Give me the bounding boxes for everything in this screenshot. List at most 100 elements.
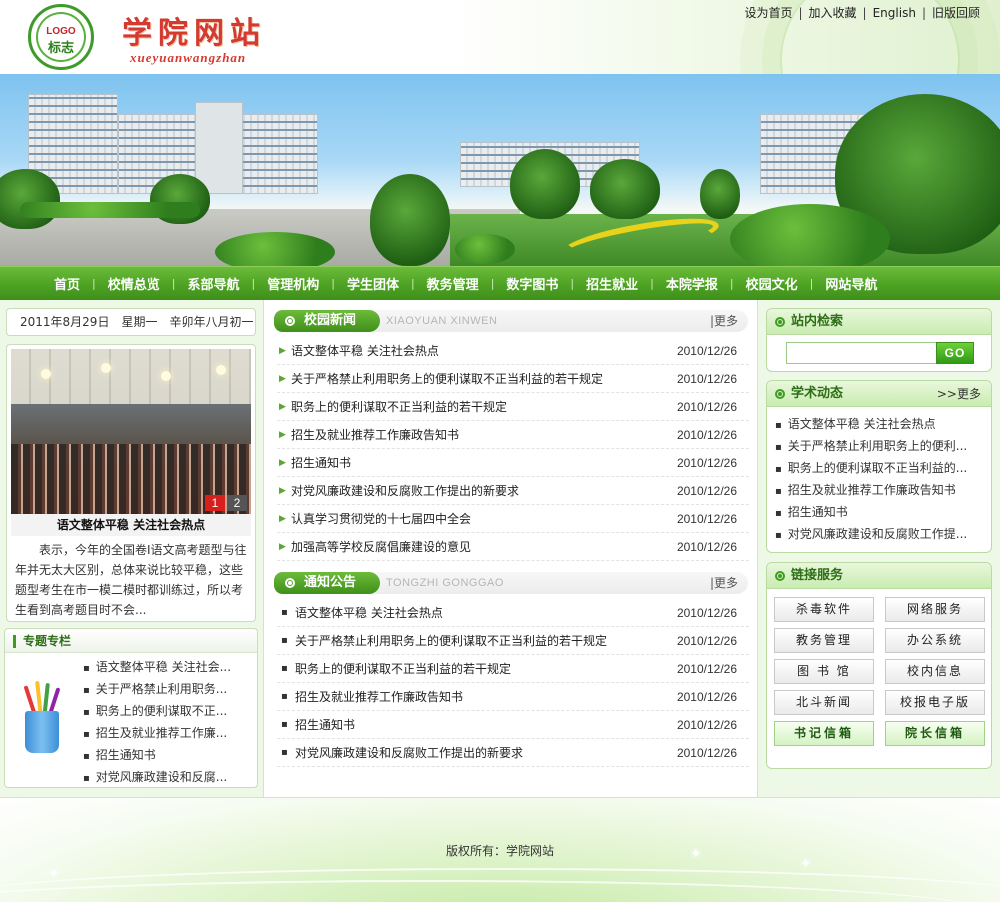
e-newspaper-link-button[interactable]: 校报电子版 <box>885 690 985 715</box>
notice-list: ▪ 语文整体平稳 关注社会热点 2010/12/26 ▪ 关于严格禁止利用职务上的便利… <box>277 599 749 767</box>
banner-hedge <box>730 204 890 266</box>
notice-title: 通知公告 <box>304 575 357 590</box>
photo-pager: 1 2 <box>203 495 247 511</box>
nav-item-student-groups[interactable]: 学生团体 <box>335 274 411 293</box>
news-title[interactable]: 招生及就业推荐工作廉政告知书 <box>291 428 459 442</box>
add-favorite-link[interactable]: 加入收藏 <box>809 6 857 20</box>
logo-text-en: LOGO <box>46 26 76 37</box>
notice-row[interactable]: ▪ 招生及就业推荐工作廉政告知书 2010/12/26 <box>277 683 749 711</box>
news-row[interactable]: ▶ 对党风廉政建设和反腐败工作提出的新要求 2010/12/26 <box>277 477 749 505</box>
news-title[interactable]: 语文整体平稳 关注社会热点 <box>291 344 439 358</box>
nav-item-departments[interactable]: 系部导航 <box>175 274 251 293</box>
antivirus-link-button[interactable]: 杀毒软件 <box>774 597 874 622</box>
list-item[interactable]: 对党风廉政建设和反腐... <box>83 766 253 788</box>
set-homepage-link[interactable]: 设为首页 <box>744 6 792 20</box>
campus-news-tab[interactable]: 校园新闻 <box>274 310 380 332</box>
photo-light <box>161 371 171 381</box>
english-link[interactable]: English <box>873 6 916 20</box>
news-row[interactable]: ▶ 语文整体平稳 关注社会热点 2010/12/26 <box>277 337 749 365</box>
news-title[interactable]: 加强高等学校反腐倡廉建设的意见 <box>291 540 471 554</box>
special-column-box: 专题专栏 语文整体平稳 关注社会... 关于严格禁止利用职务... 职务上的便利… <box>4 628 258 788</box>
nav-item-administration[interactable]: 管理机构 <box>255 274 331 293</box>
search-go-button[interactable]: GO <box>936 342 974 364</box>
photo-news-image[interactable]: 1 2 <box>11 349 251 514</box>
list-item[interactable]: 语文整体平稳 关注社会... <box>83 656 253 678</box>
secretary-mailbox-button[interactable]: 书记信箱 <box>774 721 874 746</box>
nav-item-home[interactable]: 首页 <box>42 274 92 293</box>
list-item[interactable]: 语文整体平稳 关注社会热点 <box>775 413 985 435</box>
news-title[interactable]: 关于严格禁止利用职务上的便利谋取不正当利益的若干规定 <box>291 372 603 386</box>
campus-news-more-link[interactable]: |更多 <box>710 310 738 332</box>
news-row[interactable]: ▶ 加强高等学校反腐倡廉建设的意见 2010/12/26 <box>277 533 749 561</box>
campus-news-list: ▶ 语文整体平稳 关注社会热点 2010/12/26 ▶ 关于严格禁止利用职务上的便利… <box>277 337 749 561</box>
bullet-icon: ▪ <box>281 635 288 646</box>
list-item[interactable]: 招生通知书 <box>775 501 985 523</box>
photo-pager-2[interactable]: 2 <box>227 495 247 511</box>
nav-item-overview[interactable]: 校情总览 <box>96 274 172 293</box>
photo-news-title[interactable]: 语文整体平稳 关注社会热点 <box>11 514 251 536</box>
nav-item-academic-affairs[interactable]: 教务管理 <box>415 274 491 293</box>
sparkle-icon: ✦ <box>48 866 60 882</box>
network-service-link-button[interactable]: 网络服务 <box>885 597 985 622</box>
notice-item-title[interactable]: 招生及就业推荐工作廉政告知书 <box>295 690 463 704</box>
banner-hedge <box>455 234 515 264</box>
news-row[interactable]: ▶ 关于严格禁止利用职务上的便利谋取不正当利益的若干规定 2010/12/26 <box>277 365 749 393</box>
arrow-right-icon: ▶ <box>279 430 286 440</box>
news-title[interactable]: 招生通知书 <box>291 456 351 470</box>
news-title[interactable]: 认真学习贯彻党的十七届四中全会 <box>291 512 471 526</box>
list-item[interactable]: 招生及就业推荐工作廉... <box>83 722 253 744</box>
news-date: 2010/12/26 <box>676 512 737 526</box>
notice-item-title[interactable]: 对党风廉政建设和反腐败工作提出的新要求 <box>295 746 523 760</box>
nav-item-admissions[interactable]: 招生就业 <box>574 274 650 293</box>
top-link-sep: | <box>921 6 926 20</box>
news-row[interactable]: ▶ 认真学习贯彻党的十七届四中全会 2010/12/26 <box>277 505 749 533</box>
list-item[interactable]: 招生及就业推荐工作廉政告知书 <box>775 479 985 501</box>
notice-item-title[interactable]: 职务上的便利谋取不正当利益的若干规定 <box>295 662 511 676</box>
list-item[interactable]: 职务上的便利谋取不正当利益的... <box>775 457 985 479</box>
notice-date: 2010/12/26 <box>676 606 737 620</box>
notice-item-title[interactable]: 招生通知书 <box>295 718 355 732</box>
news-title[interactable]: 职务上的便利谋取不正当利益的若干规定 <box>291 400 507 414</box>
campus-info-link-button[interactable]: 校内信息 <box>885 659 985 684</box>
academic-affairs-link-button[interactable]: 教务管理 <box>774 628 874 653</box>
news-row[interactable]: ▶ 招生通知书 2010/12/26 <box>277 449 749 477</box>
top-links: 设为首页 | 加入收藏 | English | 旧版回顾 <box>744 4 980 21</box>
notice-row[interactable]: ▪ 对党风廉政建设和反腐败工作提出的新要求 2010/12/26 <box>277 739 749 767</box>
office-system-link-button[interactable]: 办公系统 <box>885 628 985 653</box>
nav-item-campus-culture[interactable]: 校园文化 <box>734 274 810 293</box>
notice-row[interactable]: ▪ 关于严格禁止利用职务上的便利谋取不正当利益的若干规定 2010/12/26 <box>277 627 749 655</box>
beidou-news-link-button[interactable]: 北斗新闻 <box>774 690 874 715</box>
notice-item-title[interactable]: 关于严格禁止利用职务上的便利谋取不正当利益的若干规定 <box>295 634 607 648</box>
news-title[interactable]: 对党风廉政建设和反腐败工作提出的新要求 <box>291 484 519 498</box>
academic-more-link[interactable]: >>更多 <box>937 381 981 407</box>
notice-row[interactable]: ▪ 语文整体平稳 关注社会热点 2010/12/26 <box>277 599 749 627</box>
photo-news-desc: 表示，今年的全国卷Ⅰ语文高考题型与往年并无太大区别，总体来说比较平稳，这些题型考… <box>15 543 247 617</box>
notice-date: 2010/12/26 <box>676 746 737 760</box>
search-input[interactable] <box>786 342 936 364</box>
right-column: 站内检索 GO 学术动态 >>更多 语文整体平稳 关注社会热点 关于严格禁止利用… <box>757 300 1000 797</box>
banner-tree <box>0 169 60 229</box>
nav-item-digital-library[interactable]: 数字图书 <box>494 274 570 293</box>
list-item[interactable]: 招生通知书 <box>83 744 253 766</box>
nav-item-journal[interactable]: 本院学报 <box>654 274 730 293</box>
library-link-button[interactable]: 图 书 馆 <box>774 659 874 684</box>
header-bar-icon <box>13 635 16 648</box>
president-mailbox-button[interactable]: 院长信箱 <box>885 721 985 746</box>
news-row[interactable]: ▶ 招生及就业推荐工作廉政告知书 2010/12/26 <box>277 421 749 449</box>
nav-item-site-map[interactable]: 网站导航 <box>813 274 889 293</box>
arrow-right-icon: ▶ <box>279 346 286 356</box>
notice-more-link[interactable]: |更多 <box>710 572 738 594</box>
old-version-link[interactable]: 旧版回顾 <box>932 6 980 20</box>
news-row[interactable]: ▶ 职务上的便利谋取不正当利益的若干规定 2010/12/26 <box>277 393 749 421</box>
notice-tab[interactable]: 通知公告 <box>274 572 380 594</box>
list-item[interactable]: 对党风廉政建设和反腐败工作提... <box>775 523 985 545</box>
list-item[interactable]: 职务上的便利谋取不正... <box>83 700 253 722</box>
notice-row[interactable]: ▪ 招生通知书 2010/12/26 <box>277 711 749 739</box>
site-logo[interactable]: LOGO 标志 <box>28 4 94 70</box>
photo-pager-1[interactable]: 1 <box>205 495 225 511</box>
notice-item-title[interactable]: 语文整体平稳 关注社会热点 <box>295 606 443 620</box>
banner-tree <box>370 174 450 266</box>
list-item[interactable]: 关于严格禁止利用职务上的便利... <box>775 435 985 457</box>
list-item[interactable]: 关于严格禁止利用职务... <box>83 678 253 700</box>
notice-row[interactable]: ▪ 职务上的便利谋取不正当利益的若干规定 2010/12/26 <box>277 655 749 683</box>
